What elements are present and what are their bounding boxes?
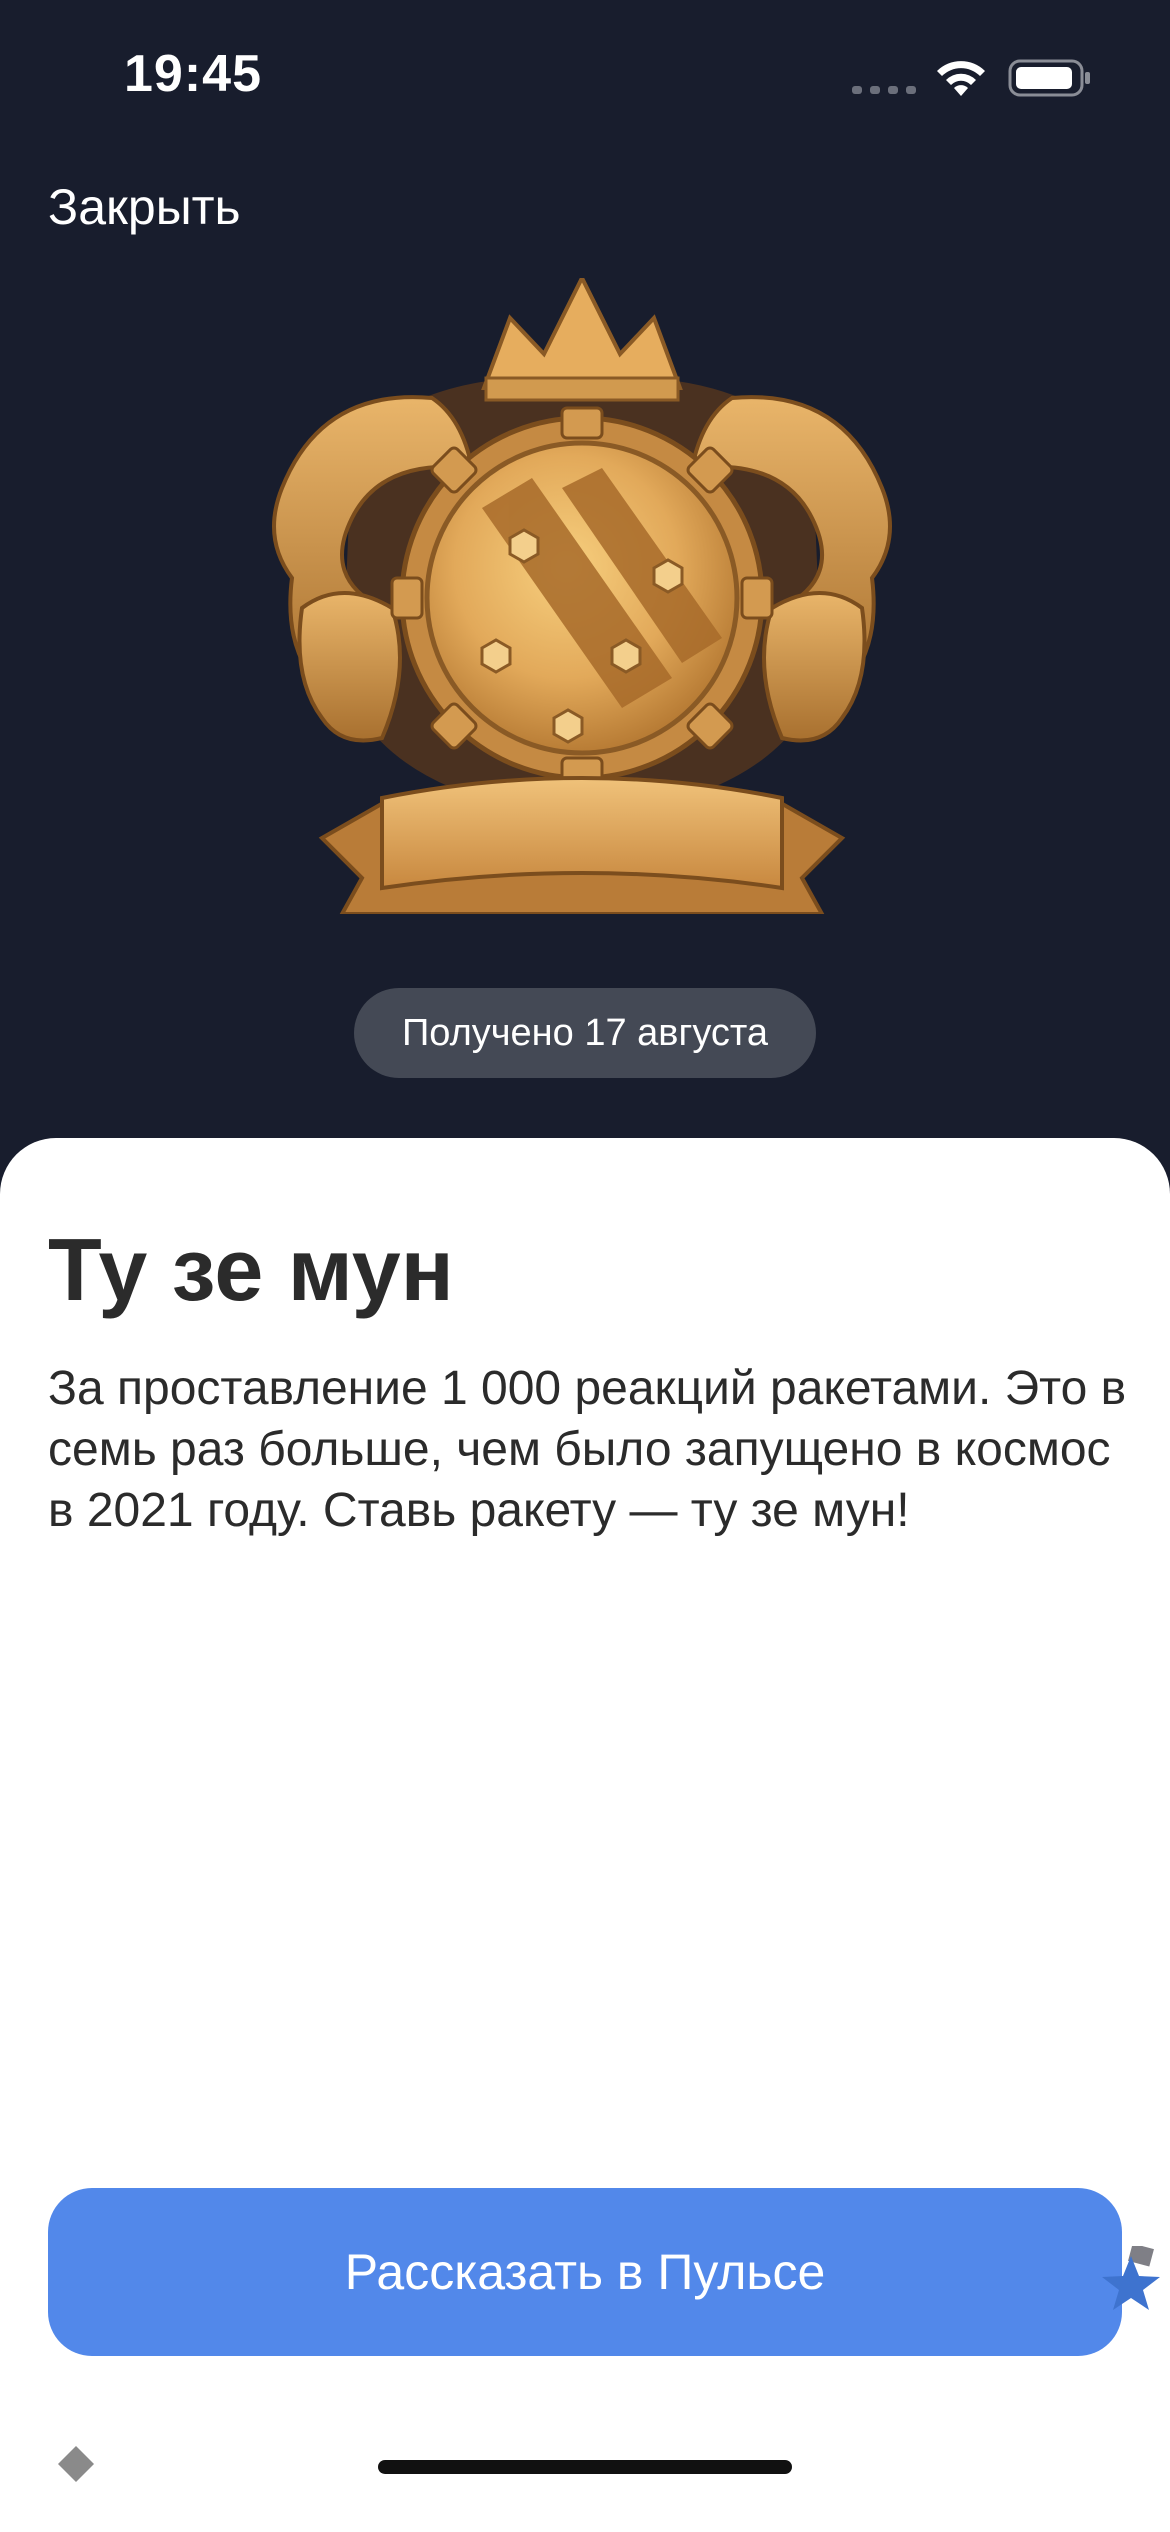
share-in-pulse-button[interactable]: Рассказать в Пульсе <box>48 2188 1122 2356</box>
status-bar: 19:45 <box>0 0 1170 150</box>
battery-icon <box>1008 59 1090 97</box>
wifi-icon <box>937 61 985 96</box>
received-date-badge: Получено 17 августа <box>354 988 816 1078</box>
star-confetti-icon <box>1102 2246 1160 2310</box>
achievement-badge-image <box>272 278 892 914</box>
achievement-title: Ту зе мун <box>48 1220 454 1319</box>
achievement-details-sheet: Ту зе мун За проставление 1 000 реакций … <box>0 1138 1170 2532</box>
status-time: 19:45 <box>124 45 262 103</box>
cellular-signal-icon <box>852 86 916 94</box>
close-button[interactable]: Закрыть <box>48 178 241 236</box>
diamond-confetti-icon <box>58 2446 94 2482</box>
achievement-description: За проставление 1 000 реакций ракетами. … <box>48 1362 1127 1537</box>
achievement-screen: 19:45 Закрыть Получено 17 августа Ту зе … <box>0 0 1170 2532</box>
home-indicator[interactable] <box>378 2460 792 2474</box>
